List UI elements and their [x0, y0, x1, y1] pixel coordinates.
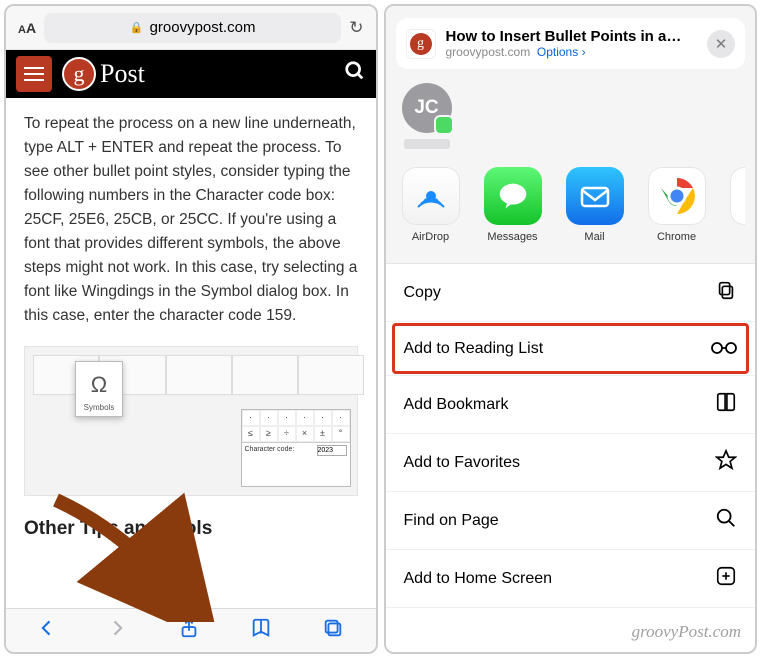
share-domain: groovypost.com	[446, 45, 531, 59]
action-add-favorites[interactable]: Add to Favorites	[386, 434, 756, 492]
article-paragraph: To repeat the process on a new line unde…	[24, 112, 358, 328]
logo-text: Post	[100, 59, 145, 89]
share-thumbnail: g	[406, 29, 436, 59]
share-sheet-top: g How to Insert Bullet Points in a… groo…	[386, 6, 756, 263]
safari-toolbar	[6, 608, 376, 652]
menu-button[interactable]	[16, 56, 52, 92]
watermark: groovyPost.com	[632, 622, 741, 642]
avatar: JC	[402, 83, 452, 133]
search-icon	[715, 507, 737, 534]
forward-button[interactable]	[107, 618, 127, 643]
symbol-button: Ω Symbols	[75, 361, 123, 417]
left-phone: AA 🔒 groovypost.com ↻ g Post To repeat t…	[4, 4, 378, 654]
safari-address-bar: AA 🔒 groovypost.com ↻	[6, 6, 376, 50]
chrome-app[interactable]: Chrome	[648, 167, 706, 243]
messages-badge-icon	[434, 115, 454, 135]
right-phone: g How to Insert Bullet Points in a… groo…	[384, 4, 758, 654]
bookmarks-button[interactable]	[250, 617, 272, 644]
article-screenshot: Ω Symbols ······ ≤≥÷×±° Character code:	[24, 346, 358, 496]
close-button[interactable]: ✕	[707, 30, 735, 58]
section-heading: Other Tips and Tools	[24, 514, 358, 543]
mail-app[interactable]: Mail	[566, 167, 624, 243]
charcode-input[interactable]	[317, 445, 347, 456]
back-button[interactable]	[37, 618, 57, 643]
share-button[interactable]	[178, 617, 200, 644]
plus-square-icon	[715, 565, 737, 592]
action-copy[interactable]: Copy	[386, 264, 756, 322]
lock-icon: 🔒	[130, 21, 144, 34]
copy-icon	[715, 279, 737, 306]
airdrop-icon	[402, 167, 460, 225]
action-add-home-screen[interactable]: Add to Home Screen	[386, 550, 756, 608]
url-field[interactable]: 🔒 groovypost.com	[44, 13, 341, 43]
reader-aa-button[interactable]: AA	[18, 20, 36, 36]
symbol-dialog: ······ ≤≥÷×±° Character code:	[241, 409, 351, 487]
contact-suggestion[interactable]: JC	[402, 83, 452, 149]
logo-badge: g	[62, 57, 96, 91]
airdrop-app[interactable]: AirDrop	[402, 167, 460, 243]
book-icon	[715, 391, 737, 418]
share-title: How to Insert Bullet Points in a…	[446, 28, 682, 45]
action-list: Copy Add to Reading List Add Bookmark Ad…	[386, 263, 756, 608]
more-app-partial[interactable]	[730, 167, 746, 243]
messages-icon	[484, 167, 542, 225]
mail-icon	[566, 167, 624, 225]
action-add-bookmark[interactable]: Add Bookmark	[386, 376, 756, 434]
share-options-link[interactable]: Options ›	[537, 45, 586, 59]
site-header: g Post	[6, 50, 376, 98]
article-body: To repeat the process on a new line unde…	[6, 98, 376, 608]
site-logo[interactable]: g Post	[62, 57, 145, 91]
reload-icon[interactable]: ↻	[349, 18, 363, 38]
action-find-on-page[interactable]: Find on Page	[386, 492, 756, 550]
star-icon	[715, 449, 737, 476]
partial-app-icon	[730, 167, 746, 225]
tabs-button[interactable]	[322, 617, 344, 644]
chrome-icon	[648, 167, 706, 225]
url-domain: groovypost.com	[150, 19, 256, 36]
messages-app[interactable]: Messages	[484, 167, 542, 243]
glasses-icon	[711, 337, 737, 360]
omega-icon: Ω	[76, 368, 122, 402]
share-header: g How to Insert Bullet Points in a… groo…	[396, 18, 746, 69]
contact-name-placeholder	[404, 139, 450, 149]
site-search-icon[interactable]	[344, 60, 366, 88]
app-row: AirDrop Messages Mail Chrome	[396, 153, 746, 257]
action-reading-list[interactable]: Add to Reading List	[386, 322, 756, 376]
contact-row: JC	[396, 69, 746, 153]
